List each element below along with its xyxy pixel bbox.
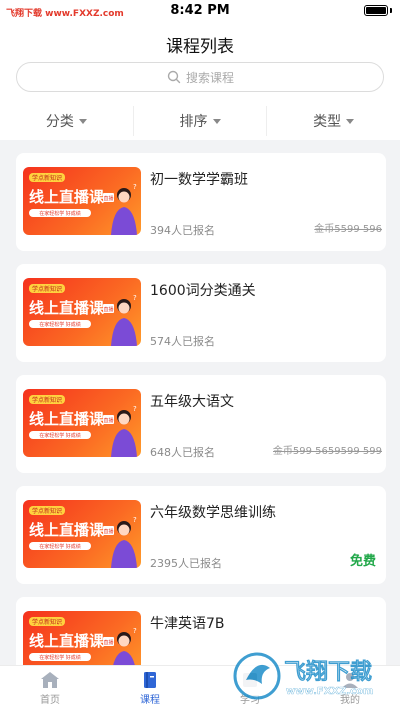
free-label: 免费 [349, 554, 376, 569]
course-price: 金币5599 596 [314, 224, 382, 235]
tab-label: 课程 [140, 695, 160, 706]
thumb-tag: 学点新知识 [32, 396, 62, 404]
thumb-badge: 直播 [103, 195, 113, 202]
search-placeholder: 搜索课程 [185, 70, 234, 85]
thumb-headline: 线上直播课 [29, 410, 105, 428]
thumb-badge: 直播 [103, 306, 113, 313]
thumb-subline: 在家轻松学 好成绩 [39, 432, 81, 439]
course-title: 初一数学学霸班 [150, 172, 248, 188]
page-title: 课程列表 [166, 37, 234, 57]
course-thumbnail: 学点新知识线上直播课 直播在家轻松学 好成绩? [23, 389, 141, 457]
tab-courses[interactable]: 课程 [100, 666, 200, 711]
thumb-question-mark: ? [133, 405, 137, 413]
thumb-headline: 线上直播课 [29, 632, 105, 650]
enrolled-count: 648人已报名 [150, 446, 215, 459]
course-thumbnail: 学点新知识线上直播课 直播在家轻松学 好成绩? [23, 167, 141, 235]
thumb-question-mark: ? [133, 627, 137, 635]
thumb-subline: 在家轻松学 好成绩 [39, 321, 81, 328]
filter-bar: 分类 排序 类型 [0, 106, 400, 136]
search-icon [167, 70, 181, 84]
filter-label: 类型 [313, 114, 342, 130]
enrolled-count: 574人已报名 [150, 335, 215, 348]
course-title: 牛津英语7B [150, 616, 225, 632]
book-icon [144, 672, 156, 688]
filter-type[interactable]: 类型 [267, 106, 400, 136]
caret-down-icon [212, 118, 221, 124]
watermark-logo-url: www.FXXZ.com [286, 686, 374, 697]
thumb-tag: 学点新知识 [32, 507, 62, 515]
thumb-headline: 线上直播课 [29, 188, 105, 206]
course-card[interactable]: 学点新知识线上直播课 直播在家轻松学 好成绩? 初一数学学霸班 394人已报名 金… [16, 153, 386, 251]
thumb-subline: 在家轻松学 好成绩 [39, 543, 81, 550]
course-card[interactable]: 学点新知识线上直播课 直播在家轻松学 好成绩? 六年级数学思维训练 2395人已报… [16, 486, 386, 584]
course-card[interactable]: 学点新知识线上直播课 直播在家轻松学 好成绩? 1600词分类通关 574人已报名 [16, 264, 386, 362]
watermark-logo-text: 飞翔下载 [284, 660, 373, 686]
tab-label: 首页 [40, 695, 60, 706]
thumb-badge: 直播 [103, 639, 113, 646]
filter-category[interactable]: 分类 [0, 106, 134, 136]
thumb-subline: 在家轻松学 好成绩 [39, 210, 81, 217]
thumb-question-mark: ? [133, 183, 137, 191]
thumb-headline: 线上直播课 [29, 299, 105, 317]
thumb-tag: 学点新知识 [32, 285, 62, 293]
thumb-tag: 学点新知识 [32, 618, 62, 626]
watermark-emblem-icon [233, 652, 281, 700]
filter-label: 排序 [179, 114, 208, 130]
battery-icon [364, 5, 388, 16]
enrolled-count: 394人已报名 [150, 224, 215, 237]
enrolled-count: 2395人已报名 [150, 557, 222, 570]
course-price: 金币599 5659599 599 [272, 446, 382, 457]
thumb-question-mark: ? [133, 516, 137, 524]
tab-home[interactable]: 首页 [0, 666, 100, 711]
thumb-question-mark: ? [133, 294, 137, 302]
caret-down-icon [78, 118, 87, 124]
thumb-subline: 在家轻松学 好成绩 [39, 654, 81, 661]
thumb-headline: 线上直播课 [29, 521, 105, 539]
course-title: 五年级大语文 [150, 394, 234, 410]
watermark-logo: 飞翔下载 www.FXXZ.com [232, 650, 392, 708]
thumb-badge: 直播 [103, 528, 113, 535]
search-input[interactable]: 搜索课程 [16, 62, 384, 92]
status-bar: 飞翔下载 www.FXXZ.com 8:42 PM [0, 0, 400, 22]
course-card[interactable]: 学点新知识线上直播课 直播在家轻松学 好成绩? 五年级大语文 648人已报名 金币… [16, 375, 386, 473]
course-thumbnail: 学点新知识线上直播课 直播在家轻松学 好成绩? [23, 500, 141, 568]
home-icon [41, 672, 59, 688]
status-clock: 8:42 PM [170, 3, 230, 18]
thumb-tag: 学点新知识 [32, 174, 62, 182]
header: 课程列表 搜索课程 分类 排序 类型 [0, 22, 400, 140]
course-title: 1600词分类通关 [150, 283, 256, 299]
filter-label: 分类 [45, 114, 74, 130]
course-title: 六年级数学思维训练 [150, 505, 276, 521]
filter-sort[interactable]: 排序 [134, 106, 268, 136]
thumb-badge: 直播 [103, 417, 113, 424]
course-thumbnail: 学点新知识线上直播课 直播在家轻松学 好成绩? [23, 278, 141, 346]
caret-down-icon [346, 118, 355, 124]
